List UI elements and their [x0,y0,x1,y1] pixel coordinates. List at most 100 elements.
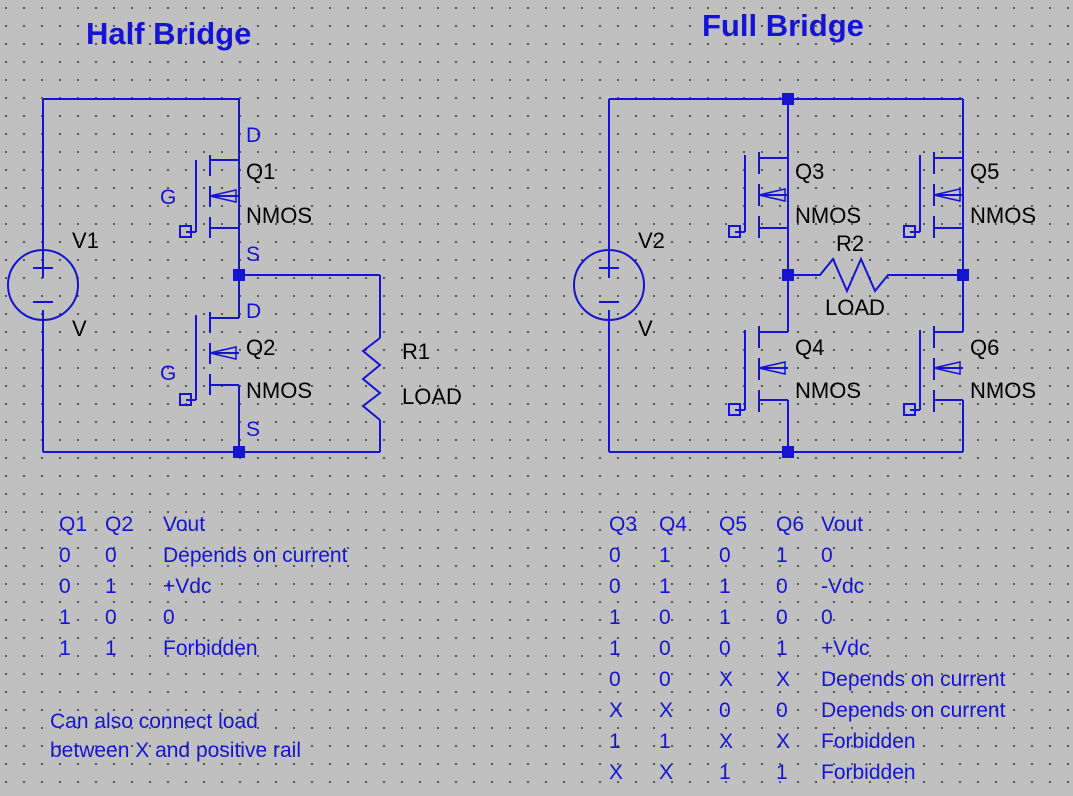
q5-type-label: NMOS [970,203,1036,228]
r2-value-label: LOAD [825,295,885,320]
half-bridge-truth-table-header-cell: Q1 [59,513,88,536]
half-bridge-truth-table-cell: 0 [59,575,71,598]
full-bridge-truth-table-header-cell: Q4 [659,513,688,536]
q2-source-pin-label: S [246,418,261,441]
v2-type-label: V [638,316,653,341]
full-bridge-truth-table-cell: 0 [609,668,621,691]
full-bridge-title: Full Bridge [702,8,864,43]
full-bridge-truth-table-cell: 0 [719,699,731,722]
full-bridge-truth-table-cell: 0 [609,544,621,567]
r1-refdes: R1 [402,339,431,364]
full-bridge-truth-table-cell: X [659,699,674,722]
full-bridge-truth-table-header-cell: Q6 [776,513,805,536]
half-bridge-truth-table-cell: Forbidden [163,637,258,660]
q3-refdes: Q3 [795,159,825,184]
v2-source-symbol [573,249,645,452]
full-bridge-truth-table-cell: 1 [659,575,671,598]
half-bridge-truth-table-header-cell: Q2 [105,513,134,536]
full-bridge-truth-table-cell: 1 [776,544,788,567]
full-bridge-truth-table-cell: 1 [719,761,731,784]
full-bridge-truth-table-cell: X [719,730,734,753]
full-bridge-truth-table-cell: X [659,761,674,784]
full-bridge-truth-table-cell: 1 [776,761,788,784]
full-bridge-bottom-junction [782,446,794,458]
full-bridge-top-node-junction [782,93,794,105]
r1-value-label: LOAD [402,384,462,409]
full-bridge-truth-table-cell: X [776,668,791,691]
v1-refdes: V1 [72,228,99,253]
q2-drain-pin-label: D [246,300,262,323]
q6-nmos-symbol [903,275,964,452]
q1-drain-pin-label: D [246,124,262,147]
q2-type-label: NMOS [246,378,312,403]
full-bridge-truth-table-cell: 1 [609,606,621,629]
full-bridge-truth-table-header-cell: Vout [821,513,864,536]
q1-type-label: NMOS [246,203,312,228]
r2-resistor-symbol [788,256,963,294]
full-bridge-truth-table-header-cell: Q5 [719,513,748,536]
full-bridge-truth-table-cell: X [719,668,734,691]
q5-nmos-symbol [903,152,964,275]
v1-source-symbol [7,249,79,452]
half-bridge-truth-table-cell: 0 [59,544,71,567]
full-bridge-truth-table-cell: 1 [776,637,788,660]
full-bridge-truth-table-cell: 1 [609,637,621,660]
half-bridge-bottom-node-junction [233,446,245,458]
full-bridge-truth-table-cell: 0 [776,606,788,629]
half-bridge-title: Half Bridge [86,16,252,51]
q4-type-label: NMOS [795,378,861,403]
q4-nmos-symbol [728,275,789,452]
half-bridge-truth-table-cell: +Vdc [163,575,212,598]
half-bridge-truth-table-cell: 1 [59,606,71,629]
half-bridge-truth-table-cell: 0 [105,606,117,629]
full-bridge-truth-table-cell: 0 [609,575,621,598]
q1-source-pin-label: S [246,243,261,266]
full-bridge-right-mid-junction [957,269,969,281]
full-bridge-truth-table-cell: Depends on current [821,699,1006,722]
full-bridge-truth-table-cell: 0 [821,606,833,629]
q3-type-label: NMOS [795,203,861,228]
q3-nmos-symbol [728,152,789,275]
full-bridge-truth-table-cell: 1 [719,606,731,629]
full-bridge-truth-table-cell: Depends on current [821,668,1006,691]
v2-refdes: V2 [638,228,665,253]
full-bridge-truth-table-cell: 1 [719,575,731,598]
q6-type-label: NMOS [970,378,1036,403]
half-bridge-truth-table-cell: Depends on current [163,544,348,567]
full-bridge-truth-table-header-cell: Q3 [609,513,638,536]
full-bridge-truth-table-cell: 1 [659,544,671,567]
half-bridge-truth-table-cell: 1 [59,637,71,660]
full-bridge-truth-table-cell: X [609,699,624,722]
full-bridge-truth-table-cell: Forbidden [821,730,916,753]
q5-refdes: Q5 [970,159,1000,184]
q1-nmos-symbol [179,155,240,275]
full-bridge-truth-table-cell: 0 [719,544,731,567]
full-bridge-truth-table-cell: 0 [776,575,788,598]
full-bridge-truth-table-cell: -Vdc [821,575,865,598]
r2-refdes: R2 [836,231,865,256]
half-bridge-note-line: Can also connect load [50,710,258,733]
q4-refdes: Q4 [795,335,825,360]
q2-nmos-symbol [179,275,240,452]
full-bridge-truth-table-cell: Forbidden [821,761,916,784]
full-bridge-truth-table-cell: +Vdc [821,637,870,660]
full-bridge-truth-table-cell: X [609,761,624,784]
q2-refdes: Q2 [246,335,276,360]
full-bridge-left-mid-junction [782,269,794,281]
full-bridge-truth-table-cell: 0 [659,637,671,660]
full-bridge-truth-table-cell: 1 [609,730,621,753]
full-bridge-truth-table-cell: 0 [719,637,731,660]
half-bridge-truth-table-cell: 0 [163,606,175,629]
q2-gate-pin-label: G [160,362,177,385]
full-bridge-truth-table-cell: X [776,730,791,753]
full-bridge-truth-table-cell: 0 [659,606,671,629]
full-bridge-truth-table-cell: 1 [659,730,671,753]
half-bridge-truth-table-header-cell: Vout [163,513,206,536]
v1-type-label: V [72,316,87,341]
full-bridge-truth-table-cell: 0 [659,668,671,691]
full-bridge-truth-table-cell: 0 [776,699,788,722]
full-bridge-truth-table-cell: 0 [821,544,833,567]
q1-gate-pin-label: G [160,186,177,209]
half-bridge-truth-table-cell: 0 [105,544,117,567]
q6-refdes: Q6 [970,335,1000,360]
